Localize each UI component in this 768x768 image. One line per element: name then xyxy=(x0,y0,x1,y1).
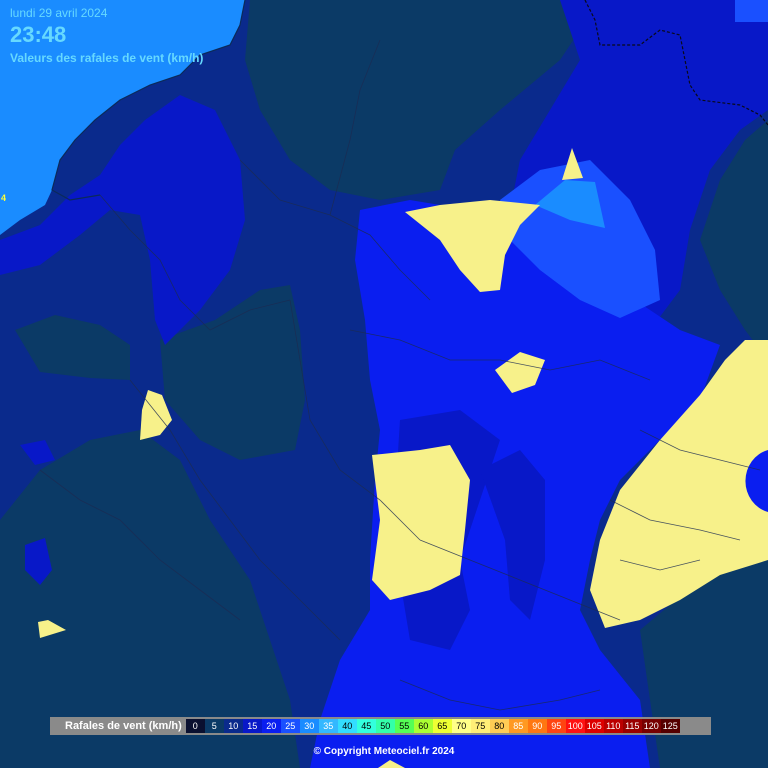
zone-25-right-edge xyxy=(735,0,768,22)
wind-scale-legend: Rafales de vent (km/h) 0 5 10 15 20 25 30 35 40 4… xyxy=(50,717,711,735)
legend-swatch: 90 xyxy=(527,719,547,733)
legend-swatch: 45 xyxy=(356,719,376,733)
copyright-notice: © Copyright Meteociel.fr 2024 xyxy=(313,746,455,757)
legend-title: Rafales de vent (km/h) xyxy=(65,720,182,732)
date-label: lundi 29 avril 2024 xyxy=(10,6,108,20)
wind-gust-map xyxy=(0,0,768,768)
legend-swatch: 105 xyxy=(584,719,604,733)
legend-swatch: 70 xyxy=(451,719,471,733)
legend-swatches: 0 5 10 15 20 25 30 35 40 45 50 55 60 65 70 75 80 85 90 95 10… xyxy=(185,719,680,733)
legend-swatch: 80 xyxy=(489,719,509,733)
legend-swatch: 25 xyxy=(280,719,300,733)
legend-swatch: 0 xyxy=(185,719,205,733)
legend-swatch: 40 xyxy=(337,719,357,733)
legend-swatch: 35 xyxy=(318,719,338,733)
legend-swatch: 10 xyxy=(223,719,243,733)
legend-swatch: 5 xyxy=(204,719,224,733)
map-subtitle: Valeurs des rafales de vent (km/h) xyxy=(10,51,204,65)
legend-swatch: 115 xyxy=(622,719,642,733)
legend-swatch: 100 xyxy=(565,719,585,733)
legend-swatch: 30 xyxy=(299,719,319,733)
legend-swatch: 95 xyxy=(546,719,566,733)
legend-swatch: 125 xyxy=(660,719,680,733)
legend-swatch: 120 xyxy=(641,719,661,733)
legend-swatch: 15 xyxy=(242,719,262,733)
legend-swatch: 65 xyxy=(432,719,452,733)
legend-swatch: 85 xyxy=(508,719,528,733)
legend-swatch: 60 xyxy=(413,719,433,733)
legend-swatch: 55 xyxy=(394,719,414,733)
edge-value-label: 4 xyxy=(1,193,7,203)
zone-70-center xyxy=(372,445,470,600)
legend-swatch: 75 xyxy=(470,719,490,733)
legend-swatch: 110 xyxy=(603,719,623,733)
time-label: 23:48 xyxy=(10,22,67,47)
legend-swatch: 20 xyxy=(261,719,281,733)
legend-swatch: 50 xyxy=(375,719,395,733)
